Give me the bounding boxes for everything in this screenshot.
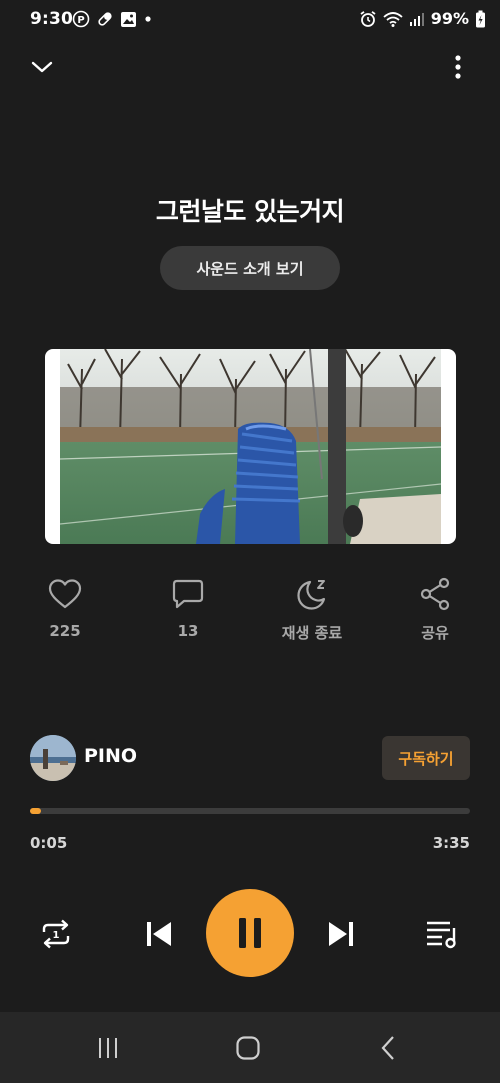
like-count: 225	[49, 622, 81, 640]
system-nav-bar	[0, 1012, 500, 1083]
back-button[interactable]	[358, 1026, 418, 1070]
music-player-screen: 9:30 P 99% 그런날도 있는거지 사운드 소개 보기 225 13 재생…	[0, 0, 500, 1083]
signal-icon	[409, 12, 424, 26]
total-time: 3:35	[432, 834, 470, 852]
status-bar: 9:30 P 99%	[0, 0, 500, 38]
more-options-button[interactable]	[446, 52, 470, 82]
pill-icon	[98, 12, 112, 26]
cover-art	[45, 349, 456, 544]
progress-bar[interactable]	[30, 808, 470, 814]
system-status-icons: 99%	[359, 9, 486, 28]
home-icon	[236, 1036, 260, 1060]
recent-apps-icon	[99, 1038, 117, 1058]
comment-action[interactable]: 13	[133, 572, 243, 646]
sleep-timer-icon	[297, 580, 326, 610]
playlist-icon	[427, 921, 456, 949]
repeat-one-icon: 1	[42, 919, 70, 949]
current-time: 0:05	[30, 834, 68, 852]
sleep-timer-label: 재생 종료	[281, 624, 343, 642]
next-button[interactable]	[320, 914, 362, 954]
battery-percentage: 99%	[430, 9, 469, 28]
artist-name[interactable]: PINO	[84, 745, 137, 767]
wifi-icon	[383, 11, 403, 27]
svg-text:P: P	[77, 15, 84, 26]
avatar-image	[30, 735, 76, 781]
parking-icon: P	[72, 10, 90, 28]
heart-icon	[48, 579, 82, 609]
cover-photo	[60, 349, 441, 544]
collapse-player-button[interactable]	[27, 54, 57, 80]
comment-icon	[172, 579, 204, 609]
chevron-down-icon	[31, 61, 53, 73]
sleep-timer-action[interactable]: 재생 종료	[257, 572, 367, 646]
pause-icon	[239, 918, 261, 948]
sound-intro-button[interactable]: 사운드 소개 보기	[160, 246, 340, 290]
pause-button[interactable]	[206, 889, 294, 977]
battery-icon	[476, 10, 485, 27]
gallery-icon	[121, 11, 136, 27]
skip-next-icon	[329, 922, 353, 946]
notification-icons: P	[72, 10, 153, 28]
like-action[interactable]: 225	[10, 572, 120, 646]
alarm-icon	[360, 10, 376, 27]
share-action[interactable]: 공유	[380, 572, 490, 646]
comment-count: 13	[177, 622, 199, 640]
repeat-button[interactable]: 1	[34, 914, 78, 954]
playlist-button[interactable]	[420, 914, 464, 954]
artist-avatar[interactable]	[30, 735, 76, 781]
share-label: 공유	[421, 624, 449, 642]
more-vertical-icon	[455, 55, 461, 79]
svg-text:1: 1	[53, 930, 60, 941]
previous-button[interactable]	[138, 914, 180, 954]
share-icon	[420, 577, 450, 611]
skip-previous-icon	[147, 922, 171, 946]
dot-icon	[145, 16, 151, 22]
status-time: 9:30	[30, 9, 74, 29]
progress-fill	[30, 808, 41, 814]
home-button[interactable]	[218, 1026, 278, 1070]
recent-apps-button[interactable]	[78, 1026, 138, 1070]
song-title: 그런날도 있는거지	[155, 197, 345, 226]
back-icon	[381, 1036, 394, 1060]
subscribe-button[interactable]: 구독하기	[382, 736, 470, 780]
